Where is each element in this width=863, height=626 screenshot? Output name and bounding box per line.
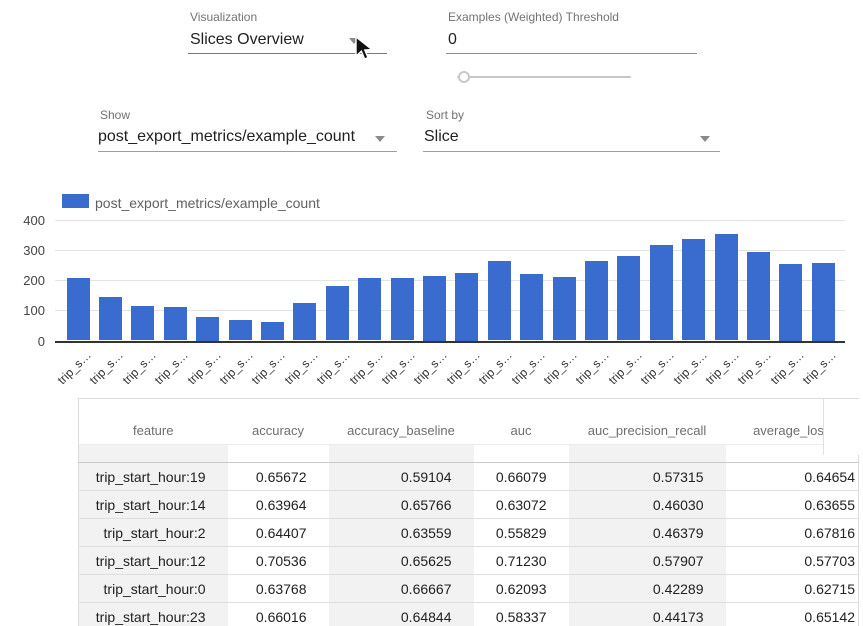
table-cell: 0.66079 xyxy=(474,463,569,491)
table-filter-row xyxy=(79,445,859,463)
column-header-auc[interactable]: auc xyxy=(474,399,569,445)
table-row[interactable]: trip_start_hour:00.637680.666670.620930.… xyxy=(79,575,859,603)
table-cell: 0.63964 xyxy=(228,491,329,519)
bar-2[interactable] xyxy=(131,306,154,341)
table-cell: 0.65766 xyxy=(329,491,474,519)
table-cell: 0.62093 xyxy=(474,575,569,603)
table-row[interactable]: trip_start_hour:20.644070.635590.558290.… xyxy=(79,519,859,547)
table-row[interactable]: trip_start_hour:120.705360.656250.712300… xyxy=(79,547,859,575)
table-cell: 0.63768 xyxy=(228,575,329,603)
table-cell: 0.70536 xyxy=(228,547,329,575)
table-row[interactable]: trip_start_hour:190.656720.591040.660790… xyxy=(79,463,859,491)
table-cell: 0.63559 xyxy=(329,519,474,547)
y-axis-tick-label: 100 xyxy=(5,303,45,318)
bar-18[interactable] xyxy=(650,245,673,341)
column-header-feature[interactable]: feature xyxy=(79,399,228,445)
table-cell: 0.67816 xyxy=(726,519,859,547)
bar-11[interactable] xyxy=(423,276,446,341)
bar-13[interactable] xyxy=(488,261,511,341)
bar-12[interactable] xyxy=(455,273,478,341)
table-cell: 0.57315 xyxy=(569,463,726,491)
table-cell: trip_start_hour:0 xyxy=(79,575,228,603)
table-cell: 0.66667 xyxy=(329,575,474,603)
bar-1[interactable] xyxy=(99,297,122,341)
table-cell: trip_start_hour:12 xyxy=(79,547,228,575)
table-cell: trip_start_hour:2 xyxy=(79,519,228,547)
bar-0[interactable] xyxy=(67,278,90,340)
table-cell: 0.64407 xyxy=(228,519,329,547)
metrics-table-container: featureaccuracyaccuracy_baselineaucauc_p… xyxy=(78,398,859,626)
filter-cell xyxy=(569,445,726,463)
table-cell: 0.42289 xyxy=(569,575,726,603)
table-cell: 0.62715 xyxy=(726,575,859,603)
table-cell: 0.57703 xyxy=(726,547,859,575)
chart-x-axis-line xyxy=(55,341,845,343)
bar-8[interactable] xyxy=(326,286,349,341)
table-header-gutter xyxy=(823,399,860,455)
y-axis-tick-label: 0 xyxy=(5,334,45,349)
column-header-auc_precision_recall[interactable]: auc_precision_recall xyxy=(569,399,726,445)
y-axis-tick-label: 200 xyxy=(5,273,45,288)
column-header-accuracy[interactable]: accuracy xyxy=(228,399,329,445)
filter-cell xyxy=(474,445,569,463)
bar-23[interactable] xyxy=(812,263,835,341)
table-cell: trip_start_hour:23 xyxy=(79,603,228,626)
table-cell: 0.71230 xyxy=(474,547,569,575)
slicing-metrics-browser: Visualization Slices Overview Examples (… xyxy=(0,0,863,626)
metrics-table: featureaccuracyaccuracy_baselineaucauc_p… xyxy=(78,398,859,626)
table-row[interactable]: trip_start_hour:230.660160.648440.583370… xyxy=(79,603,859,626)
table-cell: 0.63072 xyxy=(474,491,569,519)
filter-cell xyxy=(79,445,228,463)
bar-3[interactable] xyxy=(164,307,187,341)
table-cell: 0.66016 xyxy=(228,603,329,626)
bar-10[interactable] xyxy=(391,278,414,340)
table-row[interactable]: trip_start_hour:140.639640.657660.630720… xyxy=(79,491,859,519)
bar-17[interactable] xyxy=(617,256,640,340)
bar-7[interactable] xyxy=(293,303,316,340)
column-header-accuracy_baseline[interactable]: accuracy_baseline xyxy=(329,399,474,445)
table-cell: 0.55829 xyxy=(474,519,569,547)
y-axis-tick-label: 300 xyxy=(5,243,45,258)
bar-16[interactable] xyxy=(585,261,608,340)
table-cell: trip_start_hour:19 xyxy=(79,463,228,491)
filter-cell xyxy=(228,445,329,463)
table-cell: 0.59104 xyxy=(329,463,474,491)
bar-21[interactable] xyxy=(747,252,770,341)
y-axis-tick-label: 400 xyxy=(5,213,45,228)
table-cell: 0.64654 xyxy=(726,463,859,491)
chart-gridline xyxy=(55,220,845,221)
mouse-cursor-icon xyxy=(354,36,376,62)
table-cell: 0.44173 xyxy=(569,603,726,626)
table-cell: 0.65625 xyxy=(329,547,474,575)
table-cell: 0.46379 xyxy=(569,519,726,547)
bar-4[interactable] xyxy=(196,317,219,341)
table-cell: 0.65142 xyxy=(726,603,859,626)
table-cell: 0.63655 xyxy=(726,491,859,519)
bar-9[interactable] xyxy=(358,278,381,341)
table-cell: trip_start_hour:14 xyxy=(79,491,228,519)
table-cell: 0.58337 xyxy=(474,603,569,626)
example-count-bar-chart: 0100200300400trip_s…trip_s…trip_s…trip_s… xyxy=(0,0,863,395)
filter-cell xyxy=(329,445,474,463)
bar-14[interactable] xyxy=(520,274,543,341)
table-cell: 0.64844 xyxy=(329,603,474,626)
bar-20[interactable] xyxy=(715,234,738,341)
bar-15[interactable] xyxy=(553,277,576,341)
table-cell: 0.65672 xyxy=(228,463,329,491)
table-header-row: featureaccuracyaccuracy_baselineaucauc_p… xyxy=(79,399,859,445)
bar-19[interactable] xyxy=(682,239,705,340)
table-cell: 0.57907 xyxy=(569,547,726,575)
bar-22[interactable] xyxy=(779,264,802,341)
bar-5[interactable] xyxy=(229,320,252,340)
bar-6[interactable] xyxy=(261,322,284,340)
table-cell: 0.46030 xyxy=(569,491,726,519)
